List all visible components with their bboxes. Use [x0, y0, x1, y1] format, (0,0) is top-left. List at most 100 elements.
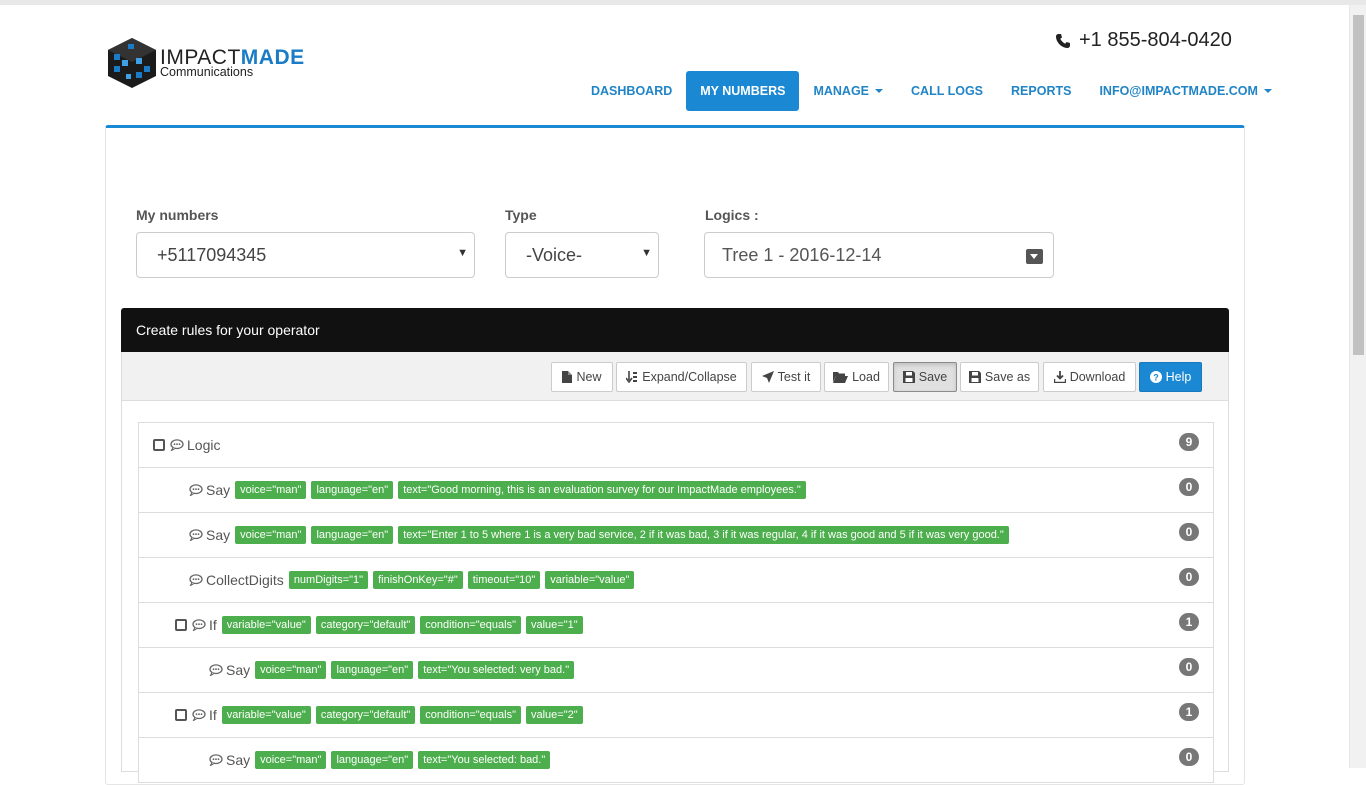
node-attribute-tag: variable="value" — [221, 706, 311, 724]
help-button[interactable]: ? Help — [1139, 362, 1202, 392]
node-name: Say — [206, 482, 231, 498]
node-name: Say — [226, 752, 251, 768]
node-attribute-tag: voice="man" — [255, 751, 327, 769]
numbers-select[interactable]: +5117094345 ▼ — [136, 232, 475, 278]
main-nav: DASHBOARD MY NUMBERS MANAGE CALL LOGS RE… — [577, 71, 1286, 111]
tree-node[interactable]: If variable="value" category="default" cond… — [138, 602, 1214, 648]
node-attribute-tag: text="You selected: bad." — [418, 751, 551, 769]
type-select[interactable]: -Voice- ▼ — [505, 232, 659, 278]
scrollbar-thumb[interactable] — [1353, 15, 1364, 355]
test-button[interactable]: Test it — [751, 362, 821, 392]
download-icon — [1053, 371, 1066, 383]
node-checkbox[interactable] — [175, 709, 187, 721]
tree-node-content: Say voice="man" language="en" text="You sel… — [209, 648, 579, 692]
nav-call-logs[interactable]: CALL LOGS — [897, 71, 997, 111]
rules-panel-title: Create rules for your operator — [136, 322, 320, 338]
expand-collapse-button[interactable]: Expand/Collapse — [616, 362, 747, 392]
node-name: If — [209, 707, 217, 723]
node-checkbox[interactable] — [153, 439, 165, 451]
node-attribute-tag: voice="man" — [235, 481, 307, 499]
node-attribute-tag: category="default" — [315, 616, 416, 634]
nav-my-numbers-label: MY NUMBERS — [700, 84, 786, 98]
tree-node-content: Logic — [153, 423, 225, 467]
tree-node[interactable]: Say voice="man" language="en" text="Good mo… — [138, 467, 1214, 513]
nav-account[interactable]: INFO@IMPACTMADE.COM — [1085, 71, 1285, 111]
svg-text:?: ? — [1153, 372, 1159, 382]
node-attribute-tag: condition="equals" — [420, 616, 521, 634]
dropdown-toggle-icon — [1026, 249, 1043, 264]
node-name: Say — [226, 662, 251, 678]
logics-select[interactable]: Tree 1 - 2016-12-14 — [704, 232, 1054, 278]
new-button[interactable]: New — [551, 362, 613, 392]
comment-icon[interactable] — [189, 529, 203, 541]
node-attribute-tag: variable="value" — [545, 571, 635, 589]
tree-node[interactable]: CollectDigits numDigits="1" finishOnKey="#… — [138, 557, 1214, 603]
type-select-value: -Voice- — [526, 244, 583, 265]
help-button-label: Help — [1165, 370, 1192, 384]
tree-node-content: Say voice="man" language="en" text="Good mo… — [189, 468, 811, 512]
caret-down-icon — [875, 89, 884, 93]
comment-icon[interactable] — [189, 484, 203, 496]
tree-node[interactable]: Say voice="man" language="en" text="You sel… — [138, 647, 1214, 693]
tree-node[interactable]: Say voice="man" language="en" text="Enter 1… — [138, 512, 1214, 558]
nav-dashboard-label: DASHBOARD — [591, 84, 673, 98]
node-attribute-tag: timeout="10" — [467, 571, 541, 589]
comment-icon[interactable] — [170, 439, 184, 451]
nav-dashboard[interactable]: DASHBOARD — [577, 71, 686, 111]
nav-call-logs-label: CALL LOGS — [911, 84, 984, 98]
test-button-label: Test it — [777, 370, 811, 384]
logo-cube-icon — [108, 38, 156, 88]
nav-manage[interactable]: MANAGE — [799, 71, 897, 111]
download-button[interactable]: Download — [1043, 362, 1136, 392]
node-attribute-tag: numDigits="1" — [288, 571, 369, 589]
brand-logo[interactable]: IMPACTMADE Communications — [106, 36, 336, 90]
sort-icon — [626, 371, 638, 383]
tree-node[interactable]: Logic 9 — [138, 422, 1214, 468]
nav-account-label: INFO@IMPACTMADE.COM — [1099, 84, 1258, 98]
comment-icon[interactable] — [189, 574, 203, 586]
new-button-label: New — [576, 370, 602, 384]
tree-node-content: If variable="value" category="default" cond… — [175, 603, 588, 647]
node-attribute-tag: voice="man" — [255, 661, 327, 679]
download-button-label: Download — [1069, 370, 1126, 384]
save-button-label: Save — [918, 370, 948, 384]
node-attribute-tag: category="default" — [315, 706, 416, 724]
rules-toolbar: New Expand/Collapse Test it Load Save Sa… — [122, 352, 1228, 401]
save-button[interactable]: Save — [893, 362, 957, 392]
nav-my-numbers[interactable]: MY NUMBERS — [686, 71, 800, 111]
folder-open-icon — [833, 372, 849, 383]
phone-number: +1 855-804-0420 — [1079, 29, 1232, 51]
child-count-badge: 0 — [1179, 748, 1199, 766]
logics-select-value: Tree 1 - 2016-12-14 — [722, 244, 882, 265]
comment-icon[interactable] — [192, 619, 206, 631]
load-button-label: Load — [852, 370, 880, 384]
page-scrollbar[interactable] — [1349, 5, 1366, 768]
child-count-badge: 0 — [1179, 568, 1199, 586]
numbers-select-value: +5117094345 — [157, 244, 267, 265]
node-attribute-tag: language="en" — [331, 661, 414, 679]
child-count-badge: 0 — [1179, 658, 1199, 676]
load-button[interactable]: Load — [824, 362, 889, 392]
child-count-badge: 0 — [1179, 478, 1199, 496]
tree-node-content: Say voice="man" language="en" text="Enter 1… — [189, 513, 1014, 557]
save-as-button[interactable]: Save as — [960, 362, 1039, 392]
comment-icon[interactable] — [192, 709, 206, 721]
comment-icon[interactable] — [209, 664, 223, 676]
node-attribute-tag: language="en" — [311, 481, 394, 499]
node-checkbox[interactable] — [175, 619, 187, 631]
node-attribute-tag: text="Enter 1 to 5 where 1 is a very bad… — [398, 526, 1009, 544]
select-arrow-icon: ▼ — [641, 247, 652, 259]
top-border — [0, 0, 1366, 5]
tree-node[interactable]: If variable="value" category="default" cond… — [138, 692, 1214, 738]
question-circle-icon: ? — [1149, 371, 1162, 383]
tree-node-content: If variable="value" category="default" cond… — [175, 693, 588, 737]
node-attribute-tag: value="2" — [525, 706, 583, 724]
comment-icon[interactable] — [209, 754, 223, 766]
file-icon — [562, 371, 573, 383]
tree-node[interactable]: Say voice="man" language="en" text="You sel… — [138, 737, 1214, 783]
node-attribute-tag: variable="value" — [221, 616, 311, 634]
caret-down-icon — [1263, 89, 1272, 93]
select-arrow-icon: ▼ — [457, 247, 468, 259]
nav-reports[interactable]: REPORTS — [997, 71, 1085, 111]
phone-contact: +1 855-804-0420 — [1055, 29, 1232, 52]
